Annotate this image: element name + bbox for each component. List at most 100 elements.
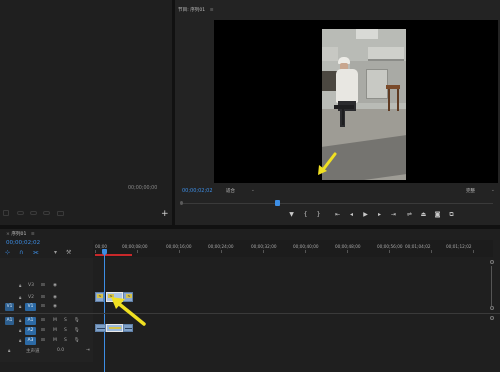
solo-button[interactable]: S (64, 318, 67, 323)
audio-waveform (97, 328, 105, 329)
timeline-timecode[interactable]: 00;00;02;02 (6, 240, 40, 246)
insert-icon[interactable]: ⇌ (405, 211, 414, 218)
program-timecode[interactable]: 00;00;02;02 (182, 188, 213, 194)
ruler-label: 00;00;32;00 (251, 244, 277, 249)
go-to-in-icon[interactable]: ⇤ (333, 211, 342, 218)
eye-icon[interactable]: ◉ (53, 304, 57, 309)
lock-icon[interactable]: 🔒︎ (19, 304, 21, 310)
marker-icon[interactable]: ▼ (287, 211, 296, 218)
lock-icon[interactable]: 🔒︎ (8, 348, 10, 354)
ruler-label: 00;01;04;02 (405, 244, 431, 249)
quality-dropdown[interactable]: 完整 ⌄ (466, 188, 498, 195)
program-tab[interactable]: 节目: 序列01 ≡ (178, 7, 214, 13)
sync-lock-icon[interactable]: ⊟ (41, 295, 45, 300)
track-target-a3[interactable]: A3 (25, 337, 36, 345)
scroll-handle[interactable] (490, 260, 494, 264)
track-target-a2[interactable]: A2 (25, 327, 36, 335)
mark-in-icon[interactable] (3, 210, 9, 216)
playhead-handle[interactable] (275, 200, 280, 206)
master-label: 主声道 (26, 349, 40, 354)
quality-dropdown-value: 完整 (466, 189, 475, 194)
master-volume[interactable]: 0.0 (57, 348, 64, 353)
mic-icon[interactable]: 🎙︎ (74, 328, 80, 333)
close-icon[interactable]: × (6, 232, 10, 237)
lock-icon[interactable]: 🔒︎ (19, 318, 21, 324)
mark-in-icon[interactable]: { (301, 211, 310, 218)
wall-equipment (322, 47, 338, 61)
mic-icon[interactable]: 🎙︎ (74, 318, 80, 323)
go-to-out-icon[interactable]: ⇥ (389, 211, 398, 218)
sync-lock-icon[interactable]: ⊟ (41, 318, 45, 323)
sync-lock-icon[interactable]: ⊟ (41, 338, 45, 343)
linked-icon[interactable]: ⫘ (33, 249, 38, 257)
insert-icon[interactable] (30, 211, 37, 215)
wall-equipment (368, 47, 404, 61)
export-frame-icon[interactable]: ◙ (433, 211, 442, 218)
chair (334, 105, 354, 109)
lock-icon[interactable]: 🔒︎ (19, 283, 21, 289)
audio-clip[interactable] (95, 324, 106, 332)
lift-icon[interactable] (43, 211, 50, 215)
add-button[interactable]: + (161, 210, 169, 219)
solo-button[interactable]: S (64, 338, 67, 343)
timeline-tools: ⊹ ∩ ⫘ ▾ ⚒ (5, 249, 85, 257)
mute-button[interactable]: M (53, 318, 57, 323)
go-to-end-icon[interactable]: ⇥ (86, 348, 90, 353)
ruler-label: 00;00;56;00 (377, 244, 403, 249)
source-patch-v1[interactable]: V1 (5, 303, 14, 311)
work-area-bar[interactable] (95, 254, 132, 256)
sync-lock-icon[interactable]: ⊟ (41, 283, 45, 288)
mic-icon[interactable]: 🎙︎ (74, 338, 80, 343)
step-back-icon[interactable]: ◂ (347, 211, 356, 218)
eye-icon[interactable]: ◉ (53, 283, 57, 288)
timeline-tab[interactable]: × 序列01 ≡ (6, 231, 35, 237)
ruler-ticks (95, 250, 491, 253)
lock-icon[interactable]: 🔒︎ (19, 328, 21, 334)
fit-dropdown[interactable]: 适合 ⌄ (226, 188, 258, 195)
track-target-a1[interactable]: A1 (25, 317, 36, 325)
ruler-label: 00;00;16;00 (166, 244, 192, 249)
camera-icon[interactable] (57, 211, 64, 216)
timeline-tab-menu[interactable]: ≡ (31, 232, 35, 237)
snap-icon[interactable]: ∩ (19, 249, 23, 256)
program-scrub-bar[interactable] (178, 199, 496, 207)
step-forward-icon[interactable]: ▸ (375, 211, 384, 218)
lift-icon[interactable]: ⏏ (419, 211, 428, 218)
ruler-label: 00;00;48;00 (335, 244, 361, 249)
play-icon[interactable]: ▶ (361, 211, 370, 218)
fit-dropdown-value: 适合 (226, 189, 235, 194)
vertical-scrollbar[interactable] (490, 260, 494, 360)
av-separator (0, 313, 500, 314)
ruler-label: 00;01;12;02 (446, 244, 472, 249)
eye-icon[interactable]: ◉ (53, 295, 57, 300)
track-label: V2 (28, 295, 34, 300)
nest-icon[interactable]: ⊹ (5, 249, 10, 256)
track-master: 🔒︎ 主声道 0.0 ⇥ (0, 346, 93, 356)
source-patch-a1[interactable]: A1 (5, 317, 14, 325)
stool-leg (397, 89, 399, 111)
audio-waveform (125, 328, 132, 329)
mute-button[interactable]: M (53, 338, 57, 343)
solo-button[interactable]: S (64, 328, 67, 333)
comparison-view-icon[interactable]: ⧉ (447, 211, 456, 218)
scroll-handle[interactable] (490, 306, 494, 310)
scroll-handle[interactable] (490, 316, 494, 320)
scroll-track (491, 266, 492, 306)
track-a1: A1 🔒︎ A1 ⊟ M S 🎙︎ (0, 316, 93, 326)
bench-panel (366, 69, 388, 99)
video-clip[interactable]: fx (95, 292, 104, 302)
program-tab-menu[interactable]: ≡ (210, 8, 214, 13)
mute-button[interactable]: M (53, 328, 57, 333)
track-target-v1[interactable]: V1 (25, 303, 36, 311)
add-marker-icon[interactable]: ▾ (54, 249, 57, 256)
lock-icon[interactable]: 🔒︎ (19, 295, 21, 301)
mark-out-icon[interactable]: } (314, 211, 323, 218)
stool-leg (388, 89, 390, 111)
lock-icon[interactable]: 🔒︎ (19, 338, 21, 344)
wrench-icon[interactable]: ⚒ (66, 249, 71, 256)
sync-lock-icon[interactable]: ⊟ (41, 304, 45, 309)
ruler-label: 00;00;40;00 (293, 244, 319, 249)
overwrite-icon[interactable] (17, 211, 24, 215)
sync-lock-icon[interactable]: ⊟ (41, 328, 45, 333)
timeline-tab-title: 序列01 (11, 232, 27, 237)
